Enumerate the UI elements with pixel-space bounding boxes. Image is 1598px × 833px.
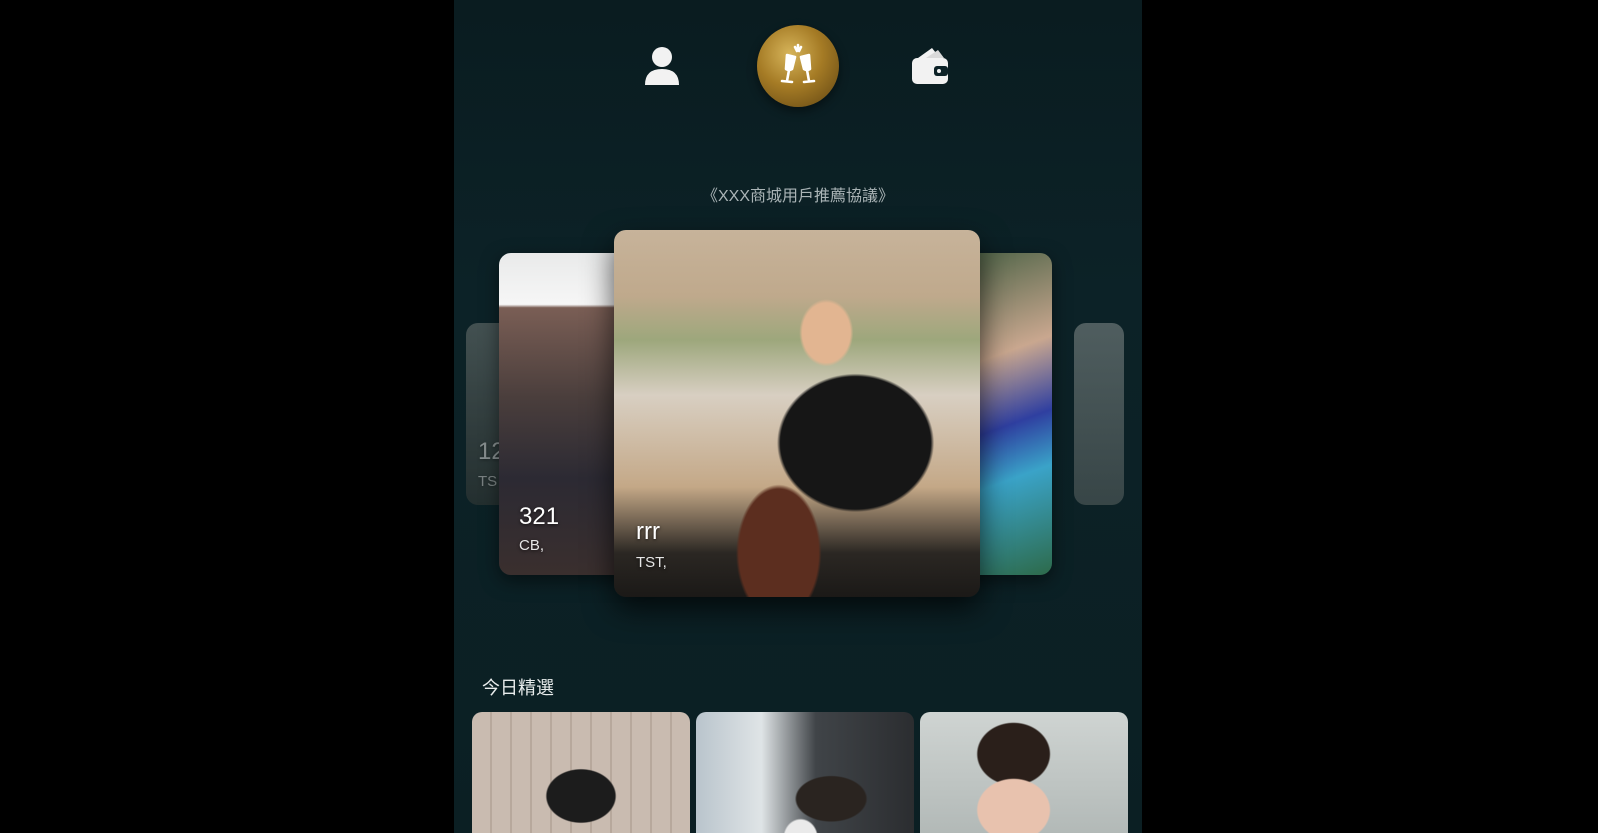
profile-card-location: CB, — [519, 537, 545, 554]
profile-nav-button[interactable] — [642, 44, 682, 88]
referral-agreement-link[interactable]: 《XXX商城用戶推薦協議》 — [454, 182, 1142, 206]
profile-card-location: TS — [478, 473, 498, 490]
user-icon — [645, 47, 679, 85]
wallet-icon — [912, 48, 948, 84]
profile-card-name: 321 — [519, 503, 560, 530]
cheers-nav-button[interactable] — [757, 25, 839, 107]
profile-card-center[interactable]: rrr TST, — [614, 230, 980, 597]
app-screen: 《XXX商城用戶推薦協議》 12 TS 321 CB, rrr TST, 今日精… — [454, 0, 1142, 833]
profile-card-location: TST, — [636, 554, 667, 571]
featured-photo-2[interactable] — [696, 712, 914, 833]
cheers-icon — [780, 43, 816, 84]
wallet-nav-button[interactable] — [908, 44, 952, 88]
featured-photo-3[interactable] — [920, 712, 1128, 833]
profile-card-far-right[interactable] — [1074, 323, 1124, 505]
featured-section-title: 今日精選 — [482, 678, 554, 698]
featured-photo-1[interactable] — [472, 712, 690, 833]
profile-card-name: rrr — [636, 518, 660, 545]
